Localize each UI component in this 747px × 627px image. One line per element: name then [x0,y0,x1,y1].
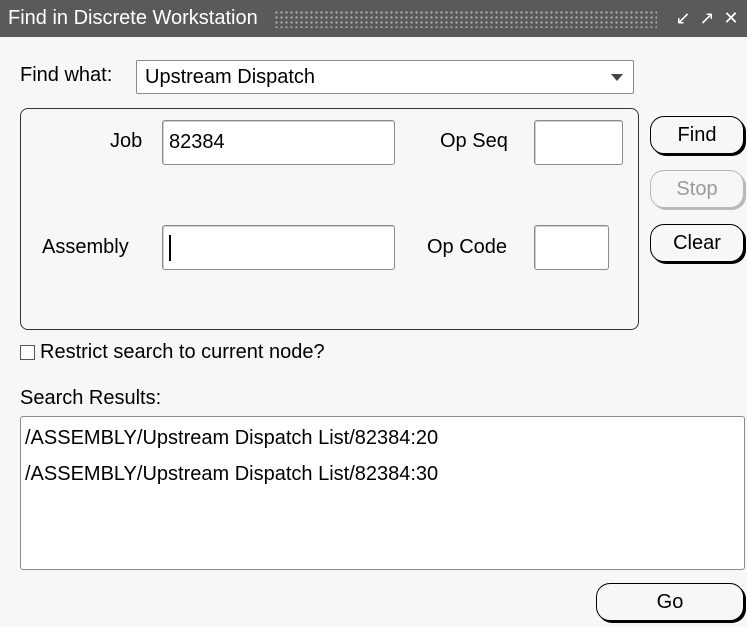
job-label: Job [110,130,143,152]
op-code-label: Op Code [427,236,508,258]
title-bar[interactable]: Find in Discrete Workstation ↙ ↗ ✕ [0,0,747,37]
find-what-select[interactable]: Upstream Dispatch [136,60,634,94]
find-what-label: Find what: [20,64,113,86]
clear-button[interactable]: Clear [650,224,744,262]
text-cursor [169,234,171,261]
find-what-value: Upstream Dispatch [145,65,316,88]
go-button[interactable]: Go [596,583,744,621]
op-seq-field[interactable] [534,120,623,165]
restrict-checkbox[interactable] [20,345,35,360]
search-results-label: Search Results: [20,387,162,409]
chevron-down-icon[interactable] [611,74,623,81]
op-seq-label: Op Seq [440,130,508,152]
stop-button[interactable]: Stop [650,170,744,208]
list-item[interactable]: /ASSEMBLY/Upstream Dispatch List/82384:2… [25,425,744,461]
find-button[interactable]: Find [650,116,744,154]
assembly-field[interactable] [162,225,395,270]
restrict-label: Restrict search to current node? [40,341,325,363]
assembly-label: Assembly [42,236,129,258]
job-field[interactable]: 82384 [162,120,395,165]
list-item[interactable]: /ASSEMBLY/Upstream Dispatch List/82384:3… [25,461,744,497]
minimize-icon[interactable]: ↙ [671,8,695,29]
close-icon[interactable]: ✕ [719,8,743,29]
window-title: Find in Discrete Workstation [8,7,258,29]
title-bar-grip[interactable] [273,9,657,28]
find-dialog: Find in Discrete Workstation ↙ ↗ ✕ Find … [0,0,747,627]
search-results-list[interactable]: /ASSEMBLY/Upstream Dispatch List/82384:2… [20,416,745,570]
maximize-icon[interactable]: ↗ [695,8,719,29]
op-code-field[interactable] [534,225,609,270]
job-value: 82384 [169,131,225,153]
